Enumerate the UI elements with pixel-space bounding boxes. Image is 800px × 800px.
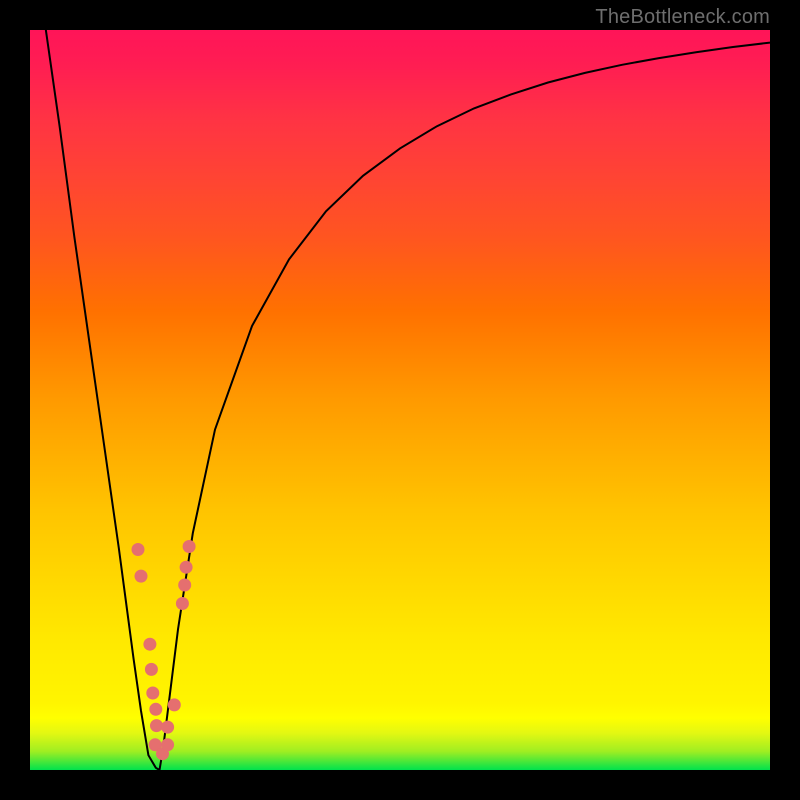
data-point [180, 561, 193, 574]
chart-frame: TheBottleneck.com [0, 0, 800, 800]
data-point [150, 719, 163, 732]
data-point [168, 698, 181, 711]
data-points-group [132, 540, 196, 760]
attribution-text: TheBottleneck.com [595, 6, 770, 29]
data-point [161, 721, 174, 734]
data-point [132, 543, 145, 556]
bottleneck-curve [30, 30, 770, 770]
data-point [183, 540, 196, 553]
data-point [135, 570, 148, 583]
data-point [176, 597, 189, 610]
data-point [178, 579, 191, 592]
chart-overlay [30, 30, 770, 770]
data-point [149, 703, 162, 716]
data-point [145, 663, 158, 676]
data-point [161, 738, 174, 751]
data-point [143, 638, 156, 651]
data-point [146, 687, 159, 700]
